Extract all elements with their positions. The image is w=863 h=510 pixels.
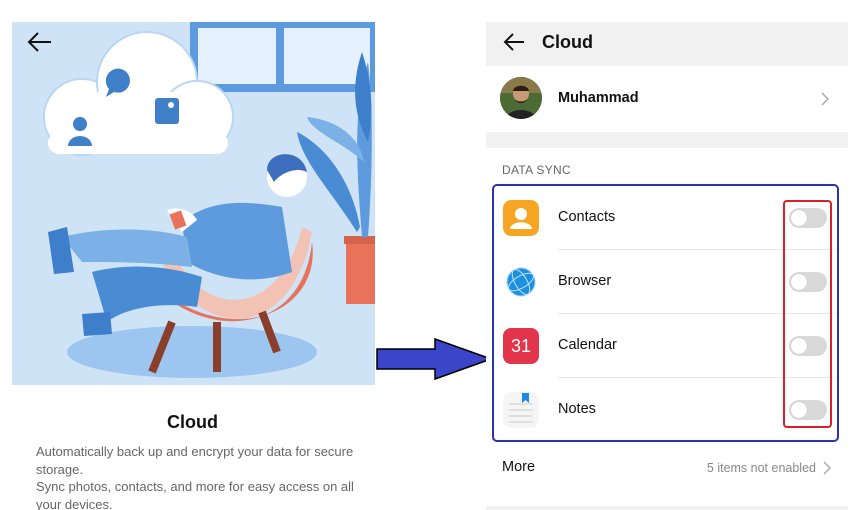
intro-description-2: Sync photos, contacts, and more for easy… — [36, 479, 354, 510]
chevron-right-icon — [820, 92, 830, 106]
more-status: 5 items not enabled — [706, 461, 816, 475]
chevron-right-icon — [822, 461, 832, 475]
page-title: Cloud — [542, 32, 593, 52]
intro-description-1: Automatically back up and encrypt your d… — [36, 444, 354, 477]
account-row[interactable]: Muhammad — [486, 66, 848, 132]
intro-title: Cloud — [167, 412, 218, 432]
account-name: Muhammad — [558, 90, 639, 106]
intro-panel: Cloud Automatically back up and encrypt … — [0, 0, 385, 510]
transition-arrow-icon — [375, 337, 494, 381]
back-arrow-icon[interactable] — [503, 32, 525, 52]
app-header: Cloud — [486, 22, 848, 65]
section-divider — [486, 132, 848, 148]
cloud-illustration — [12, 22, 375, 385]
back-arrow-icon[interactable] — [26, 30, 54, 54]
more-row[interactable]: More 5 items not enabled — [486, 446, 848, 490]
annotation-highlight-red — [783, 200, 832, 428]
more-label: More — [502, 459, 536, 475]
data-sync-heading: DATA SYNC — [502, 163, 571, 177]
avatar — [500, 77, 542, 119]
